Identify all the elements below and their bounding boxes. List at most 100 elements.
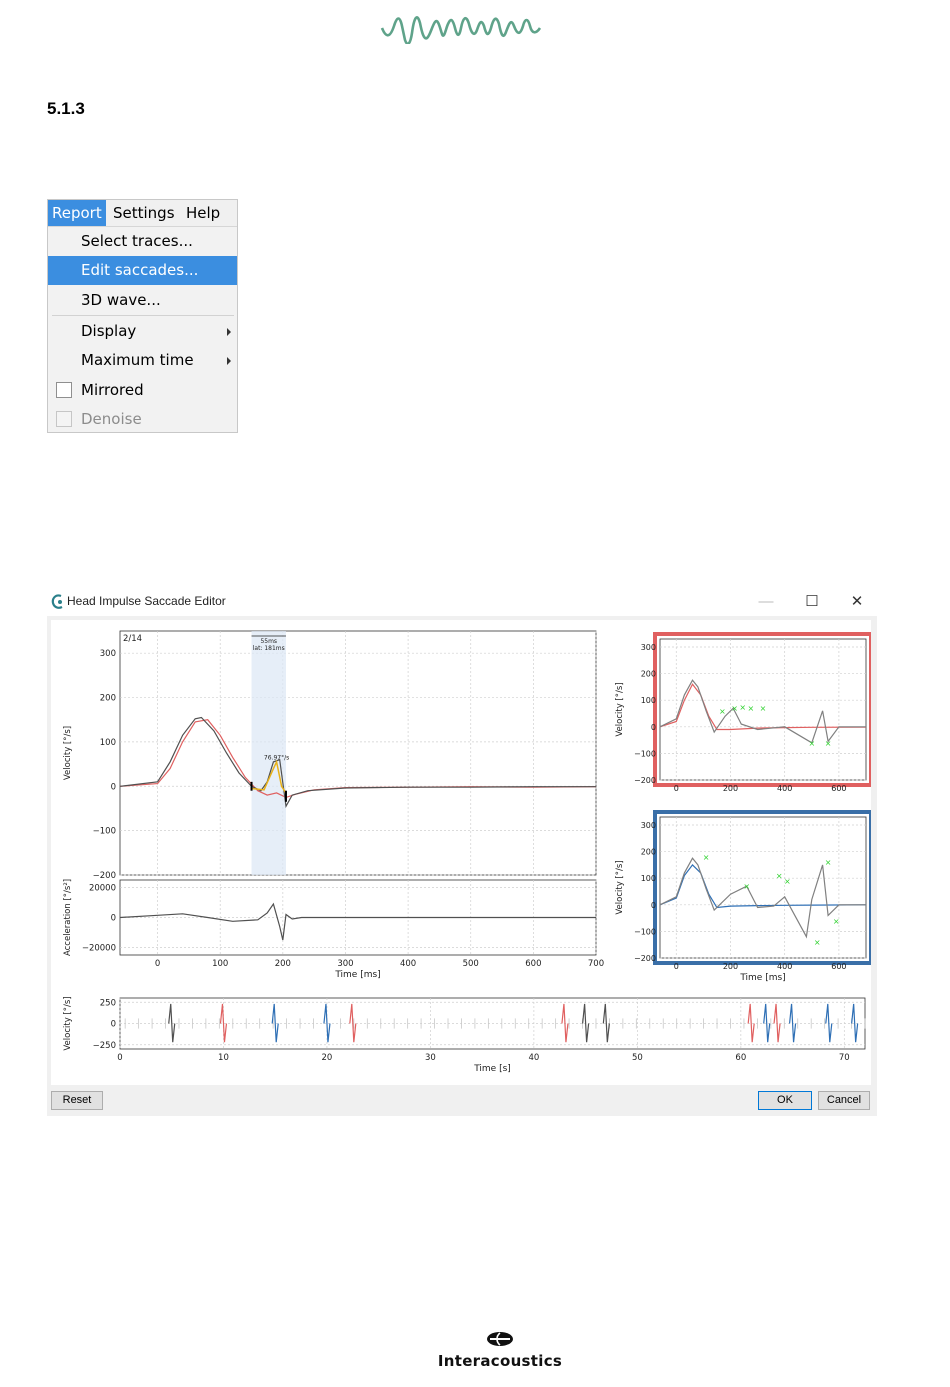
lateral-right-ytick-label: −200	[634, 776, 656, 785]
brand-name: Interacoustics	[437, 1352, 563, 1370]
lateral-left-saccade-marker: ×	[833, 917, 840, 926]
lateral-right-xtick-label: 400	[777, 784, 792, 793]
main-acceleration-xtick-label: 100	[212, 959, 228, 969]
overview-xtick-label: 40	[528, 1053, 539, 1063]
overview-xtick-label: 70	[839, 1053, 850, 1063]
menu-report[interactable]: Report	[48, 200, 106, 226]
lateral-left-axes	[659, 816, 867, 959]
overview-xtick-label: 60	[735, 1053, 746, 1063]
main-acceleration-xlabel: Time [ms]	[334, 970, 380, 980]
plots-canvas: 3002001000−100−200Velocity [°/s]2/14 55ms…	[63, 630, 873, 1074]
menu-bar: Report Settings Help	[48, 200, 237, 227]
main-acceleration-ytick-label: 20000	[89, 884, 116, 894]
lateral-right-saccade-marker: ×	[825, 739, 832, 748]
lateral-left-saccade-marker: ×	[743, 882, 750, 891]
lateral-right-xtick-label: 200	[723, 784, 738, 793]
main-acceleration-xtick-label: 400	[400, 959, 416, 969]
overview-xtick-label: 10	[218, 1053, 229, 1063]
cancel-button[interactable]: Cancel	[818, 1091, 870, 1110]
lateral-right-saccade-marker: ×	[808, 739, 815, 748]
dialog-body: 300 200 100 0 −100 −200 Velocity [°/s] 2/14 55ms…	[47, 616, 877, 1116]
overview-xtick-label: 20	[322, 1053, 333, 1063]
submenu-arrow-icon	[227, 328, 231, 336]
saccade-latency-label: lat: 181ms	[253, 645, 285, 652]
main-acceleration-xtick-label: 300	[337, 959, 353, 969]
main-acceleration-xtick-label: 200	[275, 959, 291, 969]
main-acceleration-xtick-label: 700	[588, 959, 604, 969]
menu-item-maximum-time[interactable]: Maximum time	[48, 346, 237, 375]
overview-ytick-label: 0	[111, 1020, 116, 1030]
main-acceleration-ytick-label: −20000	[82, 944, 116, 954]
main-velocity-saccade-window	[251, 631, 286, 875]
lateral-right-ytick-label: 100	[641, 696, 656, 705]
maximize-button[interactable]: ☐	[799, 591, 825, 613]
main-acceleration-ytick-label: 0	[111, 914, 116, 924]
lateral-left-ytick-label: 200	[641, 848, 656, 857]
section-number: 5.1.3	[47, 99, 85, 118]
lateral-right-ytick-label: 300	[641, 643, 656, 652]
main-acceleration-xtick-label: 0	[155, 959, 160, 969]
overview-ytick-label: −250	[93, 1041, 116, 1051]
menu-item-mirrored[interactable]: Mirrored	[48, 376, 237, 405]
main-velocity-title: 2/14	[123, 634, 142, 644]
lateral-left-ylabel: Velocity [°/s]	[615, 860, 625, 914]
menu-help[interactable]: Help	[182, 200, 224, 226]
submenu-arrow-icon	[227, 357, 231, 365]
main-velocity-ytick-label: 200	[100, 694, 116, 704]
lateral-left-ytick-label: 300	[641, 821, 656, 830]
lateral-left-xtick-label: 200	[723, 962, 738, 971]
main-velocity-ytick-label: 300	[100, 649, 116, 659]
close-button[interactable]: ✕	[844, 591, 870, 613]
plot-area: 300 200 100 0 −100 −200 Velocity [°/s] 2/14 55ms…	[51, 620, 873, 1085]
lateral-left-saccade-marker: ×	[825, 858, 832, 867]
brand-mark-icon	[487, 1332, 513, 1346]
lateral-left-saccade-marker: ×	[703, 853, 710, 862]
saccade-duration-label: 55ms	[260, 638, 277, 645]
lateral-left-saccade-marker: ×	[776, 872, 783, 881]
lateral-right-ylabel: Velocity [°/s]	[615, 682, 625, 736]
lateral-left-xtick-label: 0	[674, 962, 679, 971]
menu-settings[interactable]: Settings	[109, 200, 179, 226]
interacoustics-logo: Interacoustics	[433, 1331, 567, 1370]
denoise-checkbox	[56, 411, 72, 427]
saccade-editor-dialog: Head Impulse Saccade Editor — ☐ ✕ 300 200…	[47, 589, 877, 1116]
main-velocity-ytick-label: −200	[93, 871, 116, 881]
overview-xtick-label: 30	[425, 1053, 436, 1063]
lateral-right-ytick-label: 200	[641, 670, 656, 679]
overview-ylabel: Velocity [°/s]	[63, 996, 73, 1050]
lateral-right-saccade-marker: ×	[731, 704, 738, 713]
menu-item-mirrored-label: Mirrored	[81, 381, 144, 399]
overview-xlabel: Time [s]	[473, 1064, 511, 1074]
mirrored-checkbox[interactable]	[56, 382, 72, 398]
lateral-left-xtick-label: 600	[831, 962, 846, 971]
lateral-right-saccade-marker: ×	[719, 707, 726, 716]
main-velocity-ytick-label: 0	[111, 782, 116, 792]
dialog-titlebar: Head Impulse Saccade Editor — ☐ ✕	[47, 589, 877, 616]
lateral-right-xtick-label: 0	[674, 784, 679, 793]
dialog-title: Head Impulse Saccade Editor	[67, 594, 226, 608]
main-acceleration-xtick-label: 500	[463, 959, 479, 969]
overview-ytick-label: 250	[100, 998, 116, 1008]
minimize-button[interactable]: —	[753, 591, 779, 613]
lateral-left-ytick-label: 100	[641, 874, 656, 883]
lateral-left-ytick-label: −100	[634, 927, 656, 936]
lateral-left-ytick-label: −200	[634, 954, 656, 963]
lateral-right-xtick-label: 600	[831, 784, 846, 793]
lateral-right-saccade-marker: ×	[747, 704, 754, 713]
ok-button[interactable]: OK	[758, 1091, 812, 1110]
main-velocity-ytick-label: 100	[100, 738, 116, 748]
main-acceleration-ylabel: Acceleration [°/s²]	[63, 879, 73, 956]
menu-item-edit-saccades[interactable]: Edit saccades...	[48, 256, 237, 285]
main-velocity-ylabel: Velocity [°/s]	[63, 726, 73, 780]
menu-item-denoise-label: Denoise	[81, 410, 142, 428]
lateral-left-saccade-marker: ×	[784, 877, 791, 886]
menu-item-display[interactable]: Display	[48, 317, 237, 346]
menu-item-select-traces[interactable]: Select traces...	[48, 227, 237, 256]
lateral-right-ytick-label: 0	[651, 723, 656, 732]
reset-button[interactable]: Reset	[51, 1091, 103, 1110]
menu-item-3d-wave[interactable]: 3D wave...	[48, 286, 237, 315]
overview-xtick-label: 50	[632, 1053, 643, 1063]
lateral-left-saccade-marker: ×	[814, 938, 821, 947]
report-menu: Report Settings Help Select traces... Ed…	[47, 199, 238, 433]
main-velocity-axes	[119, 630, 597, 876]
